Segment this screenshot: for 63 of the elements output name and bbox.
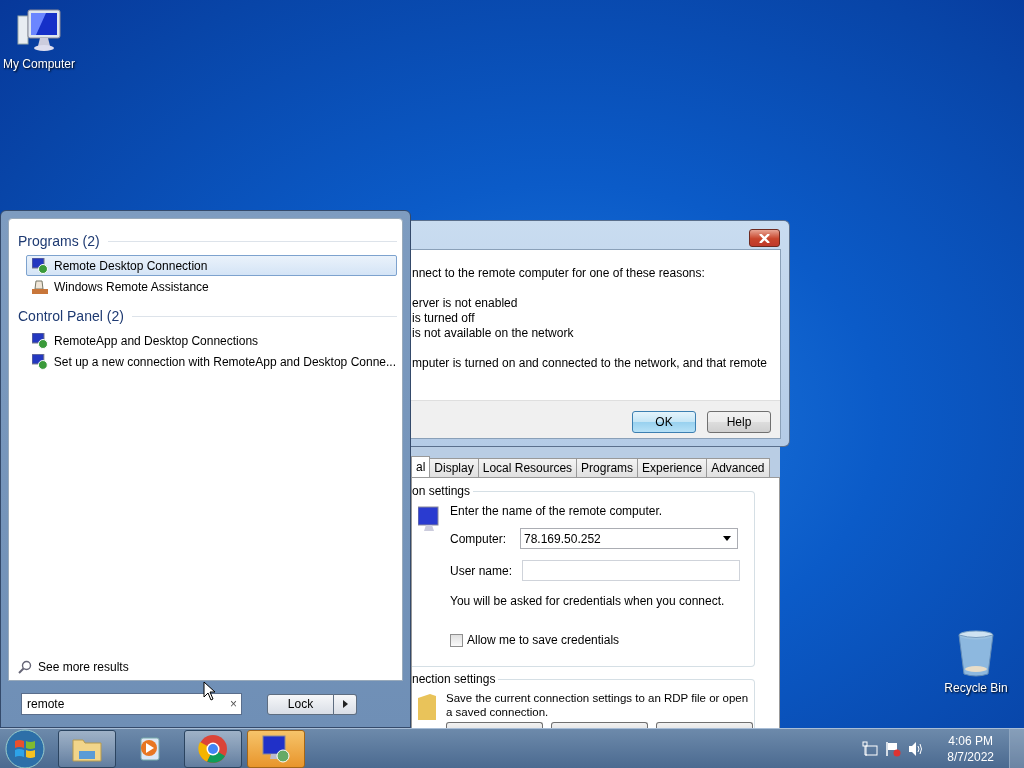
taskbar-button[interactable]	[247, 729, 305, 768]
power-options-button[interactable]	[334, 693, 357, 715]
flag-warning-icon[interactable]	[885, 740, 902, 757]
user-name-label: User name:	[450, 563, 514, 578]
computer-icon[interactable]	[16, 8, 62, 54]
folder-icon	[418, 694, 436, 720]
arrow-right-icon[interactable]	[342, 700, 348, 708]
tab[interactable]: Experience	[637, 458, 708, 477]
close-icon[interactable]	[759, 233, 770, 243]
remote-desktop-icon[interactable]	[261, 733, 291, 764]
dropdown-arrow-icon[interactable]	[723, 536, 731, 541]
instruction-text: Enter the name of the remote computer.	[450, 504, 664, 518]
credentials-note: You will be asked for credentials when you connect.	[450, 594, 726, 608]
search-result-item[interactable]: Set up a new connection with RemoteApp and Desktop Conne...	[26, 351, 397, 372]
message-text: mputer is turned on and connected to the network, and that remote	[412, 356, 768, 371]
remote-desktop-icon	[32, 332, 48, 349]
checkbox-label[interactable]: Allow me to save credentials	[467, 633, 620, 647]
message-text: nnect to the remote computer for one of these reasons:	[412, 266, 706, 281]
search-result-item[interactable]: RemoteApp and Desktop Connections	[26, 330, 397, 351]
reason-text: is turned off	[412, 311, 476, 326]
lock-button[interactable]: Lock	[267, 693, 334, 715]
close-button[interactable]	[749, 229, 780, 247]
connection-settings-text: Save the current connection settings to an RDP file or open a saved connection.	[446, 691, 750, 719]
tab[interactable]: Programs	[576, 458, 639, 477]
remote-desktop-icon	[32, 353, 48, 370]
computer-combobox[interactable]: 78.169.50.252	[520, 528, 738, 549]
reason-text: erver is not enabled	[412, 296, 519, 311]
taskbar-button[interactable]	[58, 729, 116, 768]
user-name-field[interactable]	[522, 560, 740, 581]
dialog-button[interactable]: OK	[632, 411, 696, 433]
search-icon	[18, 660, 32, 674]
tab[interactable]: Display	[429, 458, 479, 477]
dialog-button[interactable]	[551, 722, 648, 728]
remote-desktop-icon	[32, 257, 48, 274]
checkbox[interactable]	[450, 633, 463, 647]
see-more-results-link[interactable]: See more results	[18, 660, 397, 674]
search-result-item[interactable]: Remote Desktop Connection	[26, 255, 397, 276]
dialog-button[interactable]	[446, 722, 543, 728]
desktop-icon-label[interactable]: My Computer	[3, 57, 75, 71]
clear-button[interactable]: ×	[230, 697, 237, 711]
computer-label: Computer:	[450, 531, 508, 546]
group-heading: Control Panel (2)	[18, 308, 124, 324]
play-icon[interactable]	[137, 735, 163, 762]
search-result-item[interactable]: Windows Remote Assistance	[26, 276, 397, 297]
group-title: nection settings	[412, 672, 499, 686]
clock[interactable]: 4:06 PM 8/7/2022	[947, 732, 994, 765]
desktop-icon-label[interactable]: Recycle Bin	[944, 681, 1008, 695]
monitor-icon	[418, 506, 440, 532]
taskbar-button[interactable]	[184, 729, 242, 768]
tab[interactable]: Local Resources	[477, 458, 578, 477]
network-icon[interactable]	[862, 740, 879, 757]
group-title: on settings	[412, 484, 474, 498]
reason-text: is not available on the network	[412, 326, 575, 341]
tab[interactable]: al	[411, 456, 431, 477]
search-field[interactable]: remote ×	[21, 693, 242, 715]
dialog-button[interactable]: Help	[707, 411, 771, 433]
tab[interactable]: Advanced	[706, 458, 770, 477]
dialog-button[interactable]	[656, 722, 753, 728]
speaker-icon[interactable]	[908, 740, 925, 757]
browser-icon[interactable]	[198, 733, 228, 764]
recycle-bin-icon[interactable]	[956, 630, 996, 678]
helpdesk-icon	[32, 278, 48, 295]
group-heading: Programs (2)	[18, 233, 100, 249]
